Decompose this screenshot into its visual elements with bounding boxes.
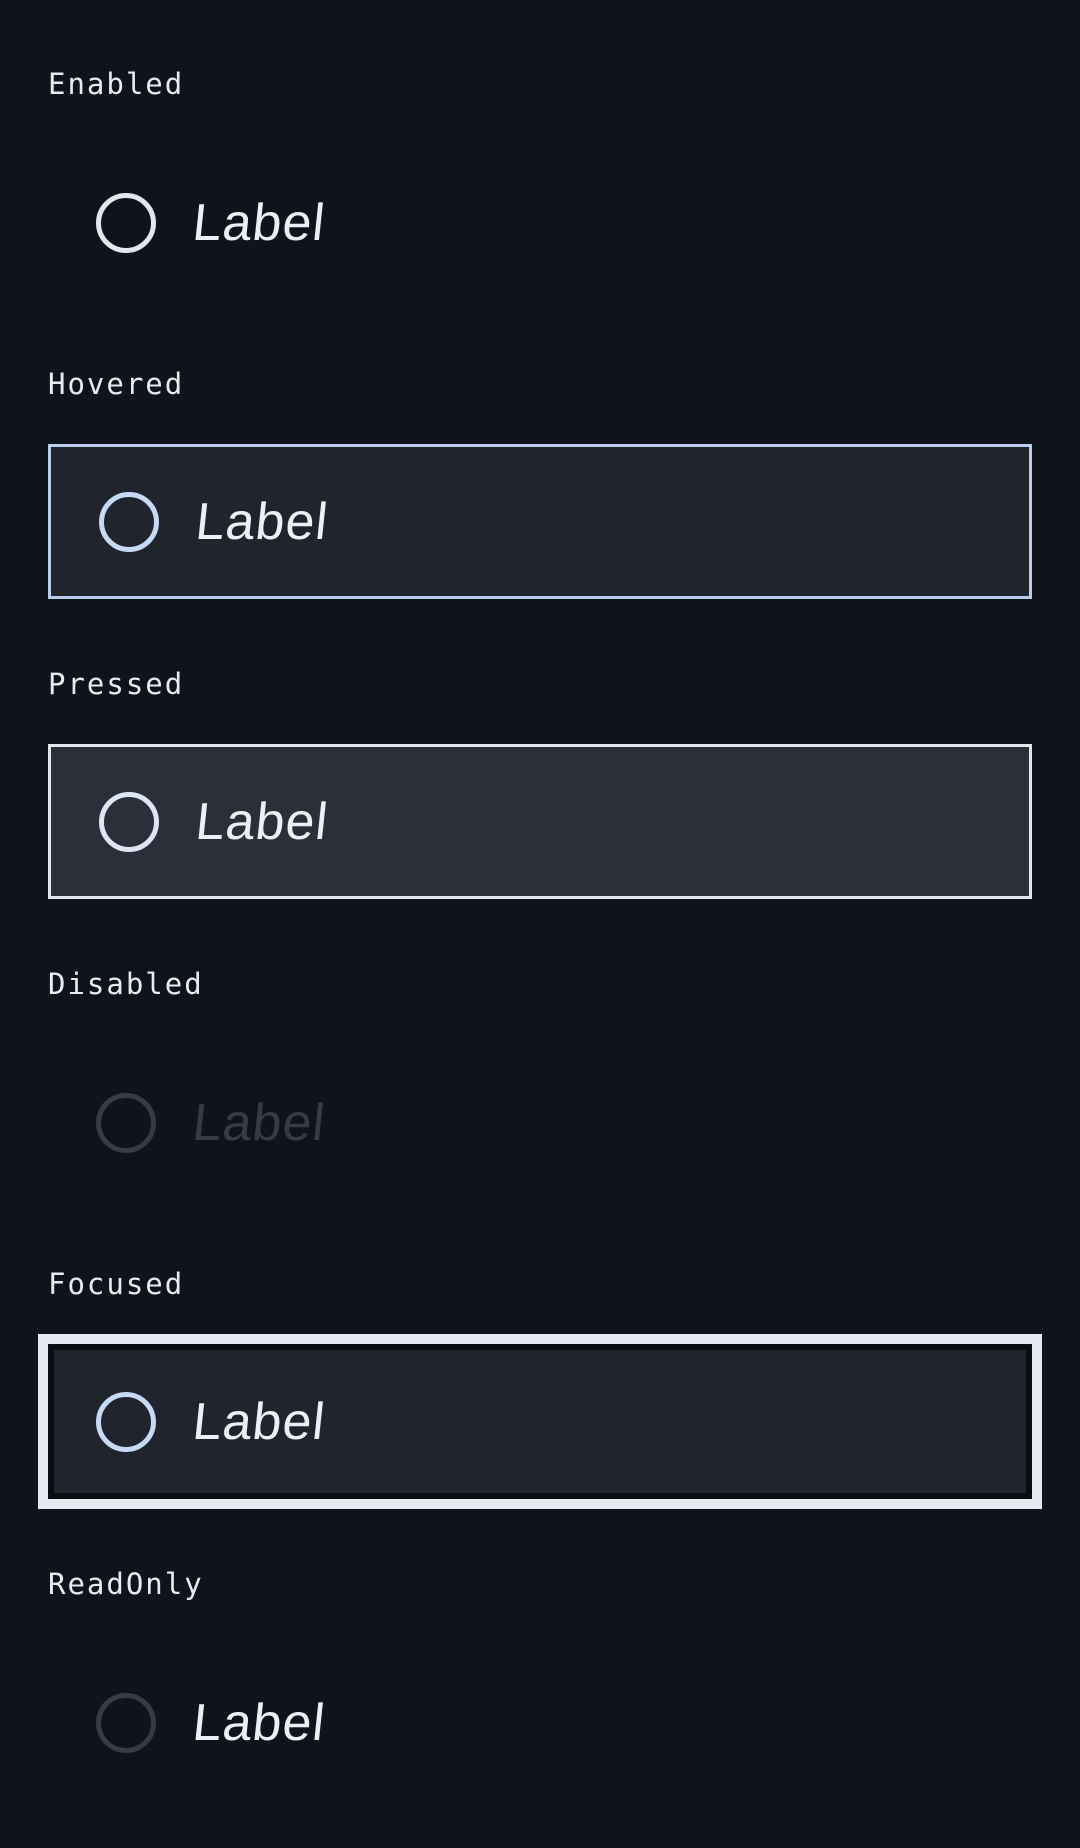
radio-enabled[interactable]: Label xyxy=(48,145,1032,300)
radio-unchecked-icon[interactable] xyxy=(96,1391,156,1452)
radio-focused[interactable]: Label xyxy=(38,1334,1042,1509)
radio-unchecked-icon[interactable] xyxy=(99,491,159,552)
state-title-focused: Focused xyxy=(48,1267,185,1301)
state-title-pressed: Pressed xyxy=(48,667,185,701)
radio-readonly: Label xyxy=(48,1645,1032,1800)
state-title-readonly: ReadOnly xyxy=(48,1567,204,1601)
radio-unchecked-icon xyxy=(96,1692,156,1753)
radio-hovered[interactable]: Label xyxy=(48,444,1032,599)
state-title-enabled: Enabled xyxy=(48,67,185,101)
radio-label: Label xyxy=(189,193,329,252)
radio-unchecked-icon xyxy=(96,1092,156,1153)
state-title-disabled: Disabled xyxy=(48,967,204,1001)
radio-label: Label xyxy=(189,1392,329,1451)
radio-unchecked-icon[interactable] xyxy=(99,791,159,852)
radio-label: Label xyxy=(192,792,332,851)
radio-label: Label xyxy=(192,492,332,551)
radio-disabled: Label xyxy=(48,1045,1032,1200)
radio-label: Label xyxy=(189,1693,329,1752)
radio-label: Label xyxy=(189,1093,329,1152)
state-title-hovered: Hovered xyxy=(48,367,185,401)
radio-unchecked-icon[interactable] xyxy=(96,192,156,253)
radio-pressed[interactable]: Label xyxy=(48,744,1032,899)
